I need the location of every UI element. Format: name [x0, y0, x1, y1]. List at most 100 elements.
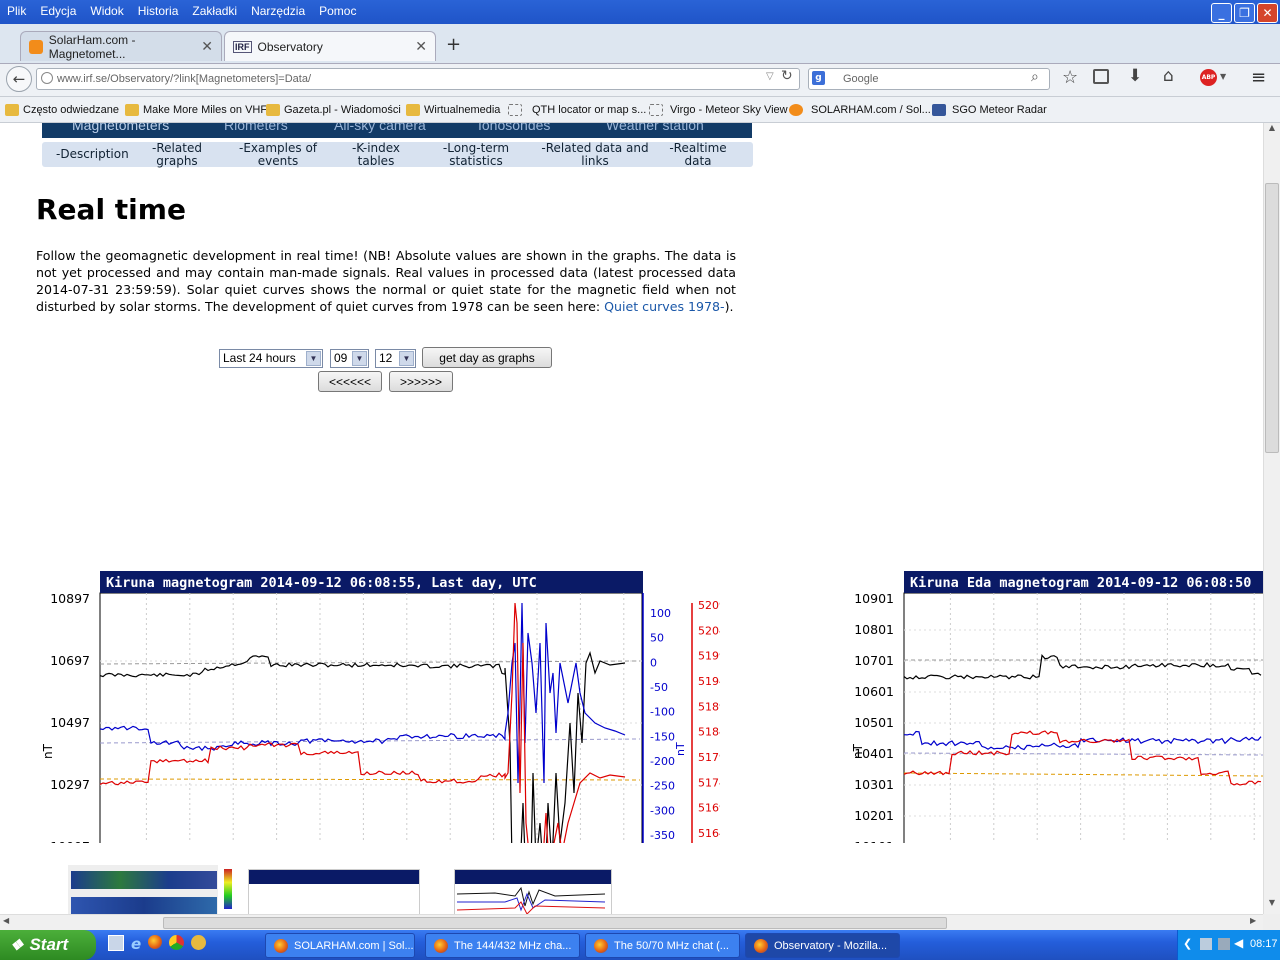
nav-ionosondes[interactable]: Ionosondes: [478, 123, 550, 133]
close-window-button[interactable]: ✕: [1257, 3, 1278, 23]
scroll-thumb[interactable]: [1265, 183, 1279, 453]
y-mid-tick-label: -100: [650, 706, 675, 719]
menu-help[interactable]: Pomoc: [312, 0, 363, 22]
google-icon[interactable]: g: [812, 71, 825, 85]
vertical-scrollbar[interactable]: ▲ ▼: [1263, 123, 1280, 914]
next-button[interactable]: >>>>>>: [389, 371, 453, 392]
chart-title: Kiruna magnetogram 2014-09-12 06:08:55, …: [106, 575, 537, 591]
menu-history[interactable]: Historia: [131, 0, 186, 22]
get-day-button[interactable]: get day as graphs: [422, 347, 552, 368]
volume-icon[interactable]: ◀: [1234, 936, 1243, 950]
bookmark-gazeta[interactable]: Gazeta.pl - Wiadomości: [266, 104, 401, 116]
menu-tools[interactable]: Narzędzia: [244, 0, 312, 22]
page-icon: [649, 104, 663, 116]
subnav-related-graphs[interactable]: -Related graphs: [142, 142, 212, 168]
bookmark-vhf[interactable]: Make More Miles on VHF: [125, 104, 267, 116]
y-tick-label: 10801: [854, 622, 894, 637]
subnav-examples[interactable]: -Examples of events: [230, 142, 326, 168]
search-input[interactable]: Google: [808, 68, 1050, 90]
media-icon[interactable]: [191, 935, 207, 950]
menu-file[interactable]: Plik: [0, 0, 33, 22]
windows-logo-icon: ❖: [10, 937, 24, 954]
day-select[interactable]: 12 ▼: [375, 349, 416, 368]
y-mid-tick-label: -250: [650, 780, 675, 793]
ie-icon[interactable]: e: [131, 935, 141, 953]
scroll-thumb[interactable]: [163, 917, 947, 929]
subnav-realtime[interactable]: -Realtime data: [662, 142, 734, 168]
tab-label: Observatory: [257, 39, 323, 54]
solarham-icon: [29, 39, 43, 54]
download-icon[interactable]: ⬇: [1128, 66, 1142, 86]
back-button[interactable]: ←: [6, 66, 32, 92]
y-tick-label: 10297: [50, 777, 90, 792]
nav-allsky-camera[interactable]: All-sky camera: [334, 123, 426, 133]
search-icon[interactable]: ⌕: [1031, 69, 1039, 85]
subnav-longterm[interactable]: -Long-term statistics: [432, 142, 520, 168]
y-right-tick-label: 51840: [698, 726, 720, 739]
plot-area: [99, 592, 643, 843]
taskbar-item-50[interactable]: The 50/70 MHz chat (...: [585, 933, 740, 958]
adblock-icon[interactable]: ABP: [1200, 69, 1217, 86]
bookmark-qth[interactable]: QTH locator or map s...: [508, 104, 646, 116]
url-bar[interactable]: www.irf.se/Observatory/?link[Magnetomete…: [36, 68, 800, 90]
nav-weather-station[interactable]: Weather station: [606, 123, 704, 133]
color-scale-thumbnail: [224, 869, 232, 909]
subnav-description[interactable]: -Description: [56, 148, 129, 161]
reload-icon[interactable]: ↻: [781, 68, 793, 84]
dropdown-arrow-icon[interactable]: ▽: [766, 71, 774, 82]
y-right-tick-label: 51890: [698, 700, 720, 713]
subnav-related-data[interactable]: -Related data and links: [532, 142, 658, 168]
y-tick-label: 10701: [854, 653, 894, 668]
clock[interactable]: 08:17: [1250, 938, 1278, 950]
new-tab-button[interactable]: +: [446, 34, 461, 55]
search-placeholder: Google: [843, 73, 879, 85]
start-button[interactable]: ❖ Start: [0, 930, 96, 960]
nav-magnetometers[interactable]: Magnetometers: [72, 123, 169, 133]
bookmark-label: Często odwiedzane: [23, 104, 120, 116]
y-mid-tick-label: -350: [650, 829, 675, 842]
close-tab-icon[interactable]: ✕: [201, 38, 213, 55]
tab-observatory[interactable]: IRF Observatory ✕: [224, 31, 436, 61]
close-tab-icon[interactable]: ✕: [415, 38, 427, 55]
menu-edit[interactable]: Edycja: [33, 0, 83, 22]
page-title: Real time: [36, 193, 186, 226]
menu-bookmarks[interactable]: Zakładki: [185, 0, 244, 22]
taskbar-item-observatory[interactable]: Observatory - Mozilla...: [745, 933, 900, 958]
maximize-button[interactable]: ❐: [1234, 3, 1255, 23]
home-icon[interactable]: ⌂: [1163, 66, 1174, 86]
y-right-tick-label: 51790: [698, 751, 720, 764]
bookmark-wirtualnemedia[interactable]: Wirtualnemedia: [406, 104, 500, 116]
magnetogram-thumbnail-2[interactable]: [454, 869, 612, 914]
reading-list-icon[interactable]: [1093, 69, 1109, 84]
bookmark-virgo[interactable]: Virgo - Meteor Sky View: [649, 104, 788, 116]
tray-arrow-icon[interactable]: ❮: [1183, 937, 1192, 950]
taskbar-item-solarham[interactable]: SOLARHAM.com | Sol...: [265, 933, 415, 958]
month-select[interactable]: 09 ▼: [330, 349, 369, 368]
range-value: Last 24 hours: [223, 351, 296, 365]
network-icon[interactable]: [1200, 938, 1212, 950]
spectrogram-thumbnail[interactable]: [68, 865, 218, 914]
menu-view[interactable]: Widok: [83, 0, 130, 22]
taskbar-item-144[interactable]: The 144/432 MHz cha...: [425, 933, 580, 958]
nav-riometers[interactable]: Riometers: [224, 123, 288, 133]
desktop-icon[interactable]: [108, 935, 124, 951]
bookmark-frequent[interactable]: Często odwiedzane: [5, 104, 119, 116]
minimize-button[interactable]: _: [1211, 3, 1232, 23]
y-mid-tick-label: -200: [650, 755, 675, 768]
tab-solarham[interactable]: SolarHam.com - Magnetomet... ✕: [20, 31, 222, 61]
previous-button[interactable]: <<<<<<: [318, 371, 382, 392]
firefox-icon[interactable]: [148, 935, 163, 949]
horizontal-scrollbar[interactable]: ◀ ▶: [0, 914, 1263, 930]
chrome-icon[interactable]: [169, 935, 185, 950]
bookmark-solarham[interactable]: SOLARHAM.com / Sol...: [789, 104, 931, 116]
quiet-curves-link[interactable]: Quiet curves 1978-: [604, 299, 725, 314]
y-mid-axis-label: nT: [674, 742, 687, 756]
subnav-kindex[interactable]: -K-index tables: [339, 142, 413, 168]
bookmark-sgo[interactable]: SGO Meteor Radar: [932, 104, 1047, 116]
security-icon[interactable]: [1218, 938, 1230, 950]
range-select[interactable]: Last 24 hours ▼: [219, 349, 323, 368]
chevron-down-icon[interactable]: ▼: [1220, 72, 1226, 81]
magnetogram-thumbnail[interactable]: [248, 869, 420, 914]
star-icon[interactable]: ☆: [1062, 67, 1078, 88]
hamburger-menu-icon[interactable]: ≡: [1251, 67, 1266, 88]
